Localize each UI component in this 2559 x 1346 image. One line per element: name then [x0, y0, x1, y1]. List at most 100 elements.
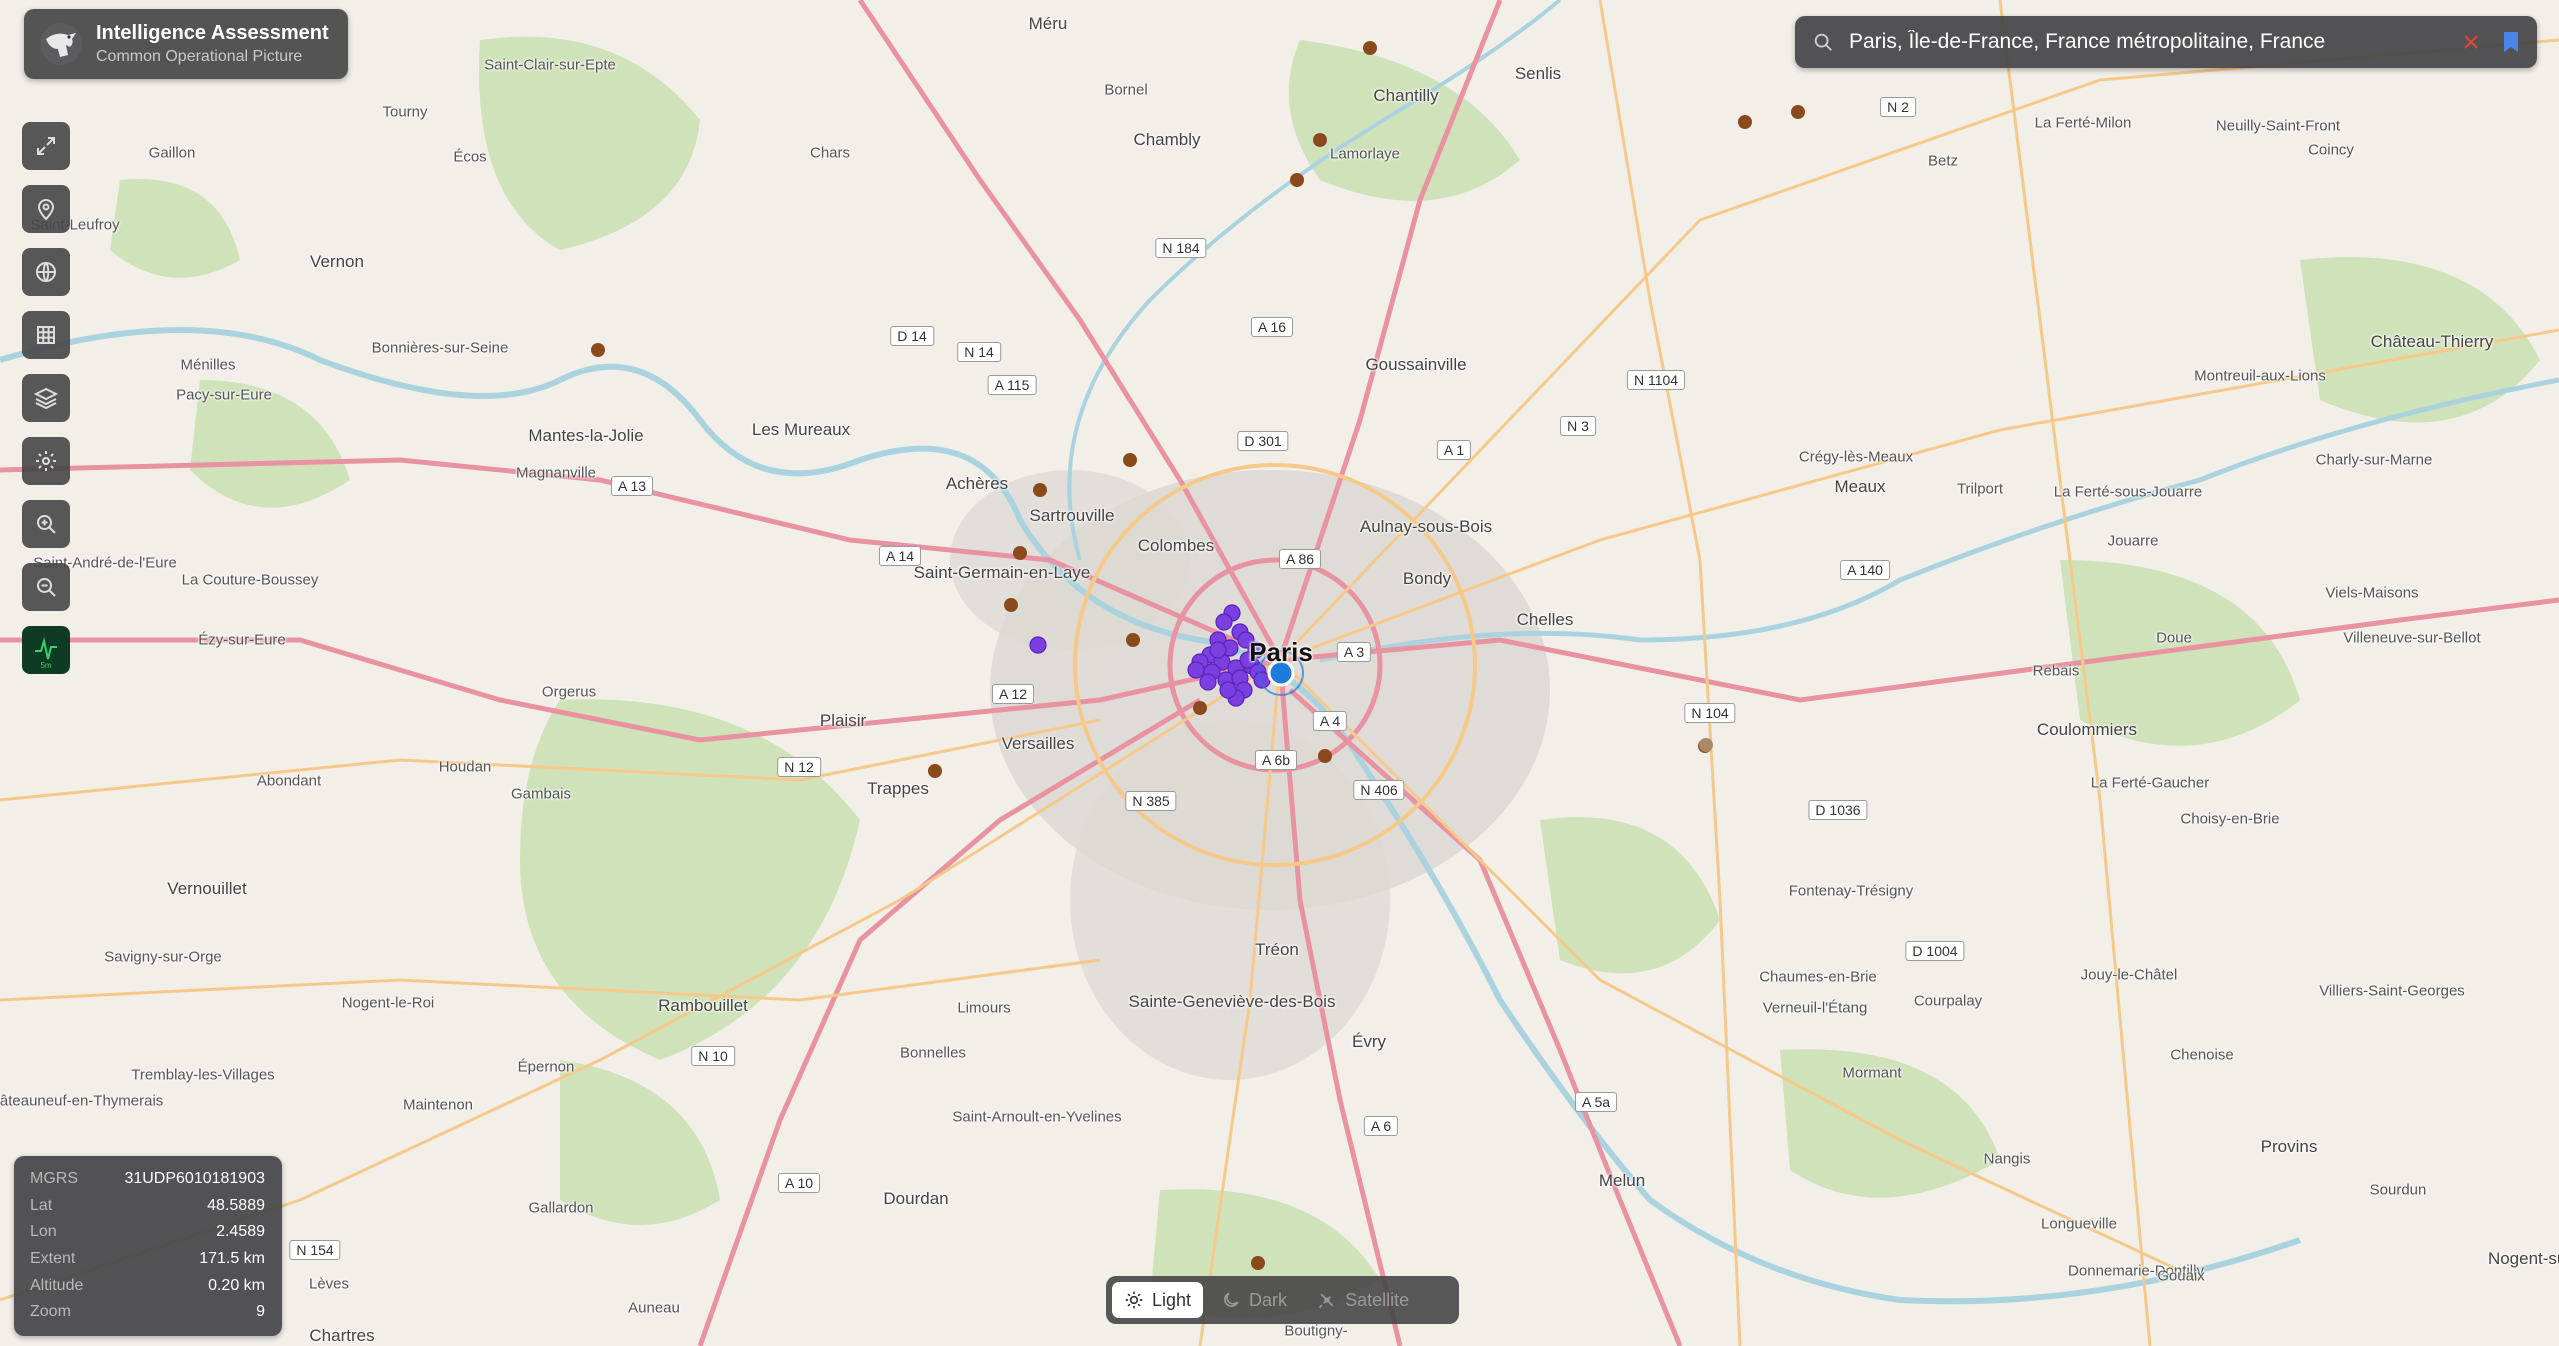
road-shield: N 184: [1155, 238, 1207, 258]
sun-icon: [1125, 1291, 1143, 1309]
road-shield: N 406: [1353, 780, 1405, 800]
expand-icon: [37, 137, 55, 155]
event-marker-purple: [1215, 613, 1233, 631]
globe-button[interactable]: [22, 248, 70, 296]
event-marker: [1033, 483, 1047, 497]
grid-button[interactable]: [22, 311, 70, 359]
focus-marker: [1267, 659, 1295, 687]
layers-icon: [34, 387, 58, 410]
coord-value: 0.20 km: [208, 1276, 265, 1294]
map-canvas[interactable]: Méru Senlis Saint-Clair-sur-Epte Bornel Chan…: [0, 0, 2559, 1346]
coord-label: Extent: [30, 1250, 76, 1268]
event-marker: [1126, 633, 1140, 647]
coord-row-mgrs: MGRS 31UDP6010181903: [14, 1166, 282, 1193]
road-shield: A 3: [1336, 642, 1372, 662]
app-title: Intelligence Assessment: [96, 22, 329, 44]
road-shield: A 12: [991, 684, 1035, 704]
road-shield: N 385: [1125, 791, 1177, 811]
road-shield: D 1036: [1808, 800, 1868, 820]
event-marker: [1318, 749, 1332, 763]
gear-icon: [36, 451, 56, 471]
event-marker: [1123, 453, 1137, 467]
basemap-light-button[interactable]: Light: [1112, 1282, 1204, 1318]
event-marker: [1791, 105, 1805, 119]
road-shield: A 4: [1312, 711, 1348, 731]
event-marker-purple: [1209, 641, 1227, 659]
fullscreen-button[interactable]: [22, 122, 70, 170]
event-marker: [1004, 598, 1018, 612]
basemap-dark-button[interactable]: Dark: [1209, 1282, 1299, 1318]
event-marker-purple: [1219, 681, 1237, 699]
zoom-out-button[interactable]: [22, 563, 70, 611]
coord-label: Lon: [30, 1223, 57, 1241]
basemap-satellite-button[interactable]: Satellite: [1305, 1282, 1421, 1318]
road-shield: N 104: [1684, 703, 1736, 723]
coord-value: 2.4589: [216, 1223, 265, 1241]
road-shield: A 6: [1363, 1116, 1399, 1136]
clear-search-button[interactable]: [2451, 33, 2491, 51]
layers-button[interactable]: [22, 374, 70, 422]
event-marker-purple: [1239, 651, 1257, 669]
road-shield: N 10: [691, 1046, 735, 1066]
road-shield: N 3: [1560, 416, 1596, 436]
road-shield: A 13: [610, 476, 654, 496]
event-marker: [928, 764, 942, 778]
event-marker-purple: [1029, 636, 1047, 654]
event-marker: [1738, 115, 1752, 129]
event-marker: [1313, 133, 1327, 147]
road-shield: N 2: [1880, 97, 1916, 117]
road-shield: A 1: [1436, 440, 1472, 460]
globe-icon: [36, 262, 56, 282]
event-marker: [1699, 738, 1713, 752]
event-marker: [1290, 173, 1304, 187]
coord-row-extent: Extent 171.5 km: [14, 1246, 282, 1273]
zoom-in-button[interactable]: [22, 500, 70, 548]
road-shield: A 10: [777, 1173, 821, 1193]
basemap-light-label: Light: [1152, 1289, 1192, 1310]
event-marker: [1193, 701, 1207, 715]
basemap-satellite-label: Satellite: [1345, 1289, 1410, 1310]
road-shield: A 16: [1250, 317, 1294, 337]
road-shield: D 301: [1237, 431, 1289, 451]
event-marker: [1363, 41, 1377, 55]
road-shield: A 14: [878, 546, 922, 566]
signal-button[interactable]: 5m: [22, 626, 70, 674]
road-shield: N 154: [289, 1240, 341, 1260]
road-shield: N 14: [957, 342, 1001, 362]
bookmark-button[interactable]: [2491, 31, 2531, 53]
road-shield: D 14: [890, 326, 934, 346]
road-shield: D 1004: [1905, 941, 1965, 961]
moon-icon: [1224, 1292, 1239, 1307]
map-pin-icon: [37, 199, 55, 221]
brand-card: Intelligence Assessment Common Operation…: [24, 9, 348, 79]
event-marker: [591, 343, 605, 357]
basemap-switcher: Light Dark Satellite: [1106, 1276, 1459, 1324]
search-input[interactable]: [1843, 30, 2451, 54]
coord-value: 9: [256, 1303, 265, 1321]
road-shield: N 1104: [1626, 370, 1686, 390]
satellite-icon: [1318, 1293, 1334, 1309]
grid-icon: [37, 326, 55, 344]
coord-row-lon: Lon 2.4589: [14, 1219, 282, 1246]
map-layer: [0, 0, 2559, 1346]
settings-button[interactable]: [22, 437, 70, 485]
coord-value: 48.5889: [207, 1196, 265, 1214]
coord-value: 31UDP6010181903: [124, 1170, 265, 1188]
event-marker: [1251, 1256, 1265, 1270]
event-marker-purple: [1199, 673, 1217, 691]
bookmark-icon: [2504, 32, 2518, 52]
urban-area: [1070, 720, 1390, 1080]
coord-row-lat: Lat 48.5889: [14, 1193, 282, 1220]
event-marker-purple: [1187, 661, 1205, 679]
road-shield: A 6b: [1254, 750, 1298, 770]
road-shield: A 86: [1278, 549, 1322, 569]
road-shield: N 12: [777, 757, 821, 777]
signal-badge: 5m: [40, 661, 52, 670]
coord-label: MGRS: [30, 1170, 78, 1188]
search-icon: [1803, 31, 1843, 53]
location-button[interactable]: [22, 185, 70, 233]
basemap-dark-label: Dark: [1249, 1289, 1288, 1310]
zoom-in-icon: [37, 515, 56, 534]
road-shield: A 115: [987, 375, 1037, 395]
zoom-out-icon: [37, 578, 56, 597]
